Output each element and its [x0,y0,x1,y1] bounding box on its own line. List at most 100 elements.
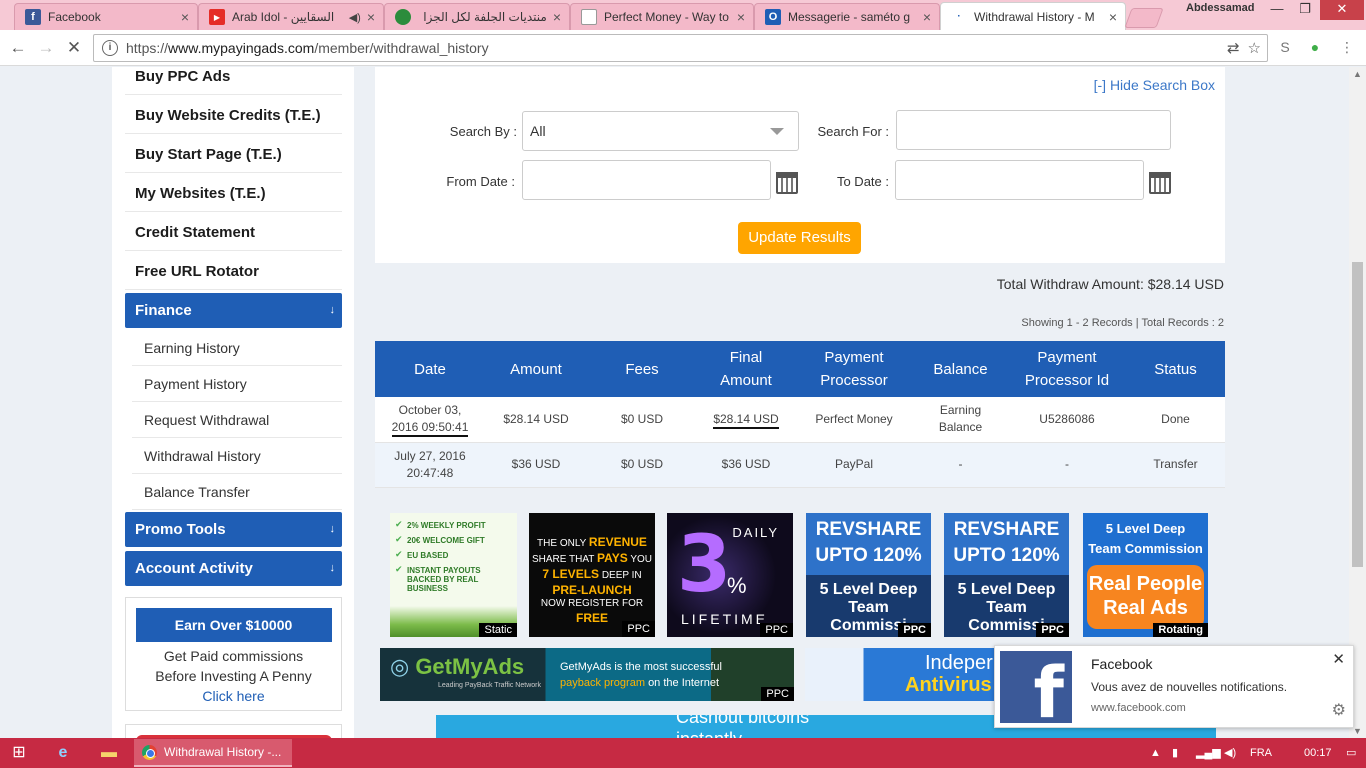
calendar-icon[interactable] [1149,172,1171,194]
sidebar-item-withdrawal-history[interactable]: Withdrawal History [132,438,342,474]
sidebar-item-earning-history[interactable]: Earning History [132,330,342,366]
new-tab-button[interactable] [1124,8,1164,28]
scroll-up-icon[interactable]: ▲ [1353,69,1362,79]
tab-label: Perfect Money - Way to [604,10,729,24]
ad-banner-3-percent-daily[interactable]: 3 % DAILY LIFETIME PPC [667,513,793,637]
speaker-icon[interactable]: ◀) [349,11,361,24]
tray-overflow-icon[interactable]: ▲ [1150,738,1161,768]
processor-id-cell: U5286086 [1008,397,1126,443]
clock[interactable]: 00:17 [1304,738,1332,768]
translate-icon[interactable]: ⇄ [1227,39,1240,57]
scrollbar-thumb[interactable] [1352,262,1363,567]
loading-icon: · [957,11,961,22]
facebook-logo-icon: f [1000,651,1072,723]
ad-headline: REVSHARE UPTO 120% [944,513,1069,575]
ad-banner-weekly-profit[interactable]: 2% WEEKLY PROFIT 20€ WELCOME GIFT EU BAS… [390,513,517,637]
battery-icon[interactable]: ▮ [1172,738,1178,768]
sidebar-category-promo-tools[interactable]: Promo Tools ↓ [125,512,342,547]
sidebar-item-my-websites[interactable]: My Websites (T.E.) [125,177,342,212]
close-icon[interactable]: × [737,9,745,25]
close-icon[interactable]: × [1109,9,1117,25]
click-here-link[interactable]: Click here [126,686,341,706]
facebook-notification[interactable]: f Facebook Vous avez de nouvelles notifi… [994,645,1354,728]
tab-forum[interactable]: منتديات الجلفة لكل الجزا × [384,3,570,30]
update-results-button[interactable]: Update Results [738,222,861,254]
tab-arab-idol[interactable]: ▶ Arab Idol - السقايين ◀) × [198,3,384,30]
close-icon[interactable]: × [367,9,375,25]
maximize-icon[interactable]: ❐ [1290,0,1320,20]
arrow-down-icon: ↓ [329,304,336,316]
processor-cell: PayPal [795,442,913,488]
sidebar-category-finance[interactable]: Finance ↓ [125,293,342,328]
sidebar-item-request-withdrawal[interactable]: Request Withdrawal [132,402,342,438]
menu-icon[interactable]: ⋮ [1338,38,1356,56]
skype-extension-icon[interactable]: S [1276,38,1294,56]
to-date-input[interactable] [895,160,1144,200]
forward-arrow-icon[interactable]: → [34,36,58,60]
getmyads-logo: ◎ GetMyAds [390,654,525,679]
hide-search-box-link[interactable]: [-] Hide Search Box [1094,77,1215,93]
address-bar[interactable]: i https://www.mypayingads.com/member/wit… [93,34,1268,62]
ad-banner-antivirus[interactable]: Indeper Antivirus [805,648,1000,701]
outlook-icon: O [765,9,781,25]
notification-title: Facebook [1091,656,1153,672]
scroll-down-icon[interactable]: ▼ [1353,726,1362,736]
sidebar-item-buy-website-credits[interactable]: Buy Website Credits (T.E.) [125,99,342,134]
info-icon[interactable]: i [102,40,118,56]
sidebar-category-account-activity[interactable]: Account Activity ↓ [125,551,342,586]
next-promo-box [125,724,342,738]
input-language[interactable]: FRA [1250,738,1272,768]
ad-line: 2% WEEKLY PROFIT [390,520,517,536]
close-icon[interactable]: ✕ [1332,650,1345,668]
close-icon[interactable]: × [181,9,189,25]
gear-icon[interactable]: ⚙ [1332,700,1346,720]
window-close-icon[interactable]: ✕ [1320,0,1364,20]
taskbar-window-label: Withdrawal History -... [164,745,282,759]
url-text[interactable]: https://www.mypayingads.com/member/withd… [126,40,489,56]
earn-over-button[interactable]: Earn Over $10000 [135,608,332,642]
profile-name[interactable]: Abdessamad [1186,2,1254,14]
page-scrollbar[interactable]: ▲ ▼ [1349,67,1366,738]
facebook-icon: f [25,9,41,25]
sidebar-item-credit-statement[interactable]: Credit Statement [125,216,342,251]
network-signal-icon[interactable]: ▂▄▆ [1196,738,1221,768]
ad-type-badge: PPC [1036,623,1069,637]
sidebar-item-payment-history[interactable]: Payment History [132,366,342,402]
tab-label: Facebook [48,10,101,24]
tab-perfect-money[interactable]: Perfect Money - Way to × [570,3,754,30]
tab-messagerie[interactable]: O Messagerie - saméto g × [754,3,940,30]
ad-banner-revshare[interactable]: REVSHARE UPTO 120% 5 Level Deep Team Commis… [806,513,931,637]
balance-cell: Earning Balance [913,397,1008,443]
stop-loading-icon[interactable]: ✕ [62,36,86,60]
ad-banner-revenue-share[interactable]: THE ONLY REVENUE SHARE THAT PAYS YOU 7 L… [529,513,655,637]
ad-banner-revshare[interactable]: REVSHARE UPTO 120% 5 Level Deep Team Commis… [944,513,1069,637]
file-explorer-icon[interactable]: ▬ [98,742,120,764]
ad-line: INSTANT PAYOUTSBACKED BY REAL BUSINESS [390,565,517,593]
minimize-icon[interactable]: — [1262,0,1292,20]
taskbar-chrome-window[interactable]: Withdrawal History -... [134,739,292,767]
search-for-input[interactable] [896,110,1171,150]
tab-withdrawal-history[interactable]: · Withdrawal History - M × [940,2,1126,30]
sidebar-item-buy-ppc-ads[interactable]: Buy PPC Ads [125,67,342,95]
search-by-select[interactable]: All [522,111,799,151]
close-icon[interactable]: × [923,9,931,25]
tab-facebook[interactable]: f Facebook × [14,3,198,30]
ad-banner-real-people[interactable]: 5 Level Deep Team Commission Real People R… [1083,513,1208,637]
back-arrow-icon[interactable]: ← [6,36,30,60]
records-count: Showing 1 - 2 Records | Total Records : … [1021,317,1224,329]
withdrawal-history-table: Date Amount Fees Final Amount Payment Pr… [375,341,1225,488]
sidebar-item-balance-transfer[interactable]: Balance Transfer [132,474,342,510]
internet-explorer-icon[interactable]: e [52,742,74,764]
bookmark-star-icon[interactable]: ☆ [1248,39,1261,57]
sidebar-item-free-url-rotator[interactable]: Free URL Rotator [125,255,342,290]
sidebar-item-buy-start-page[interactable]: Buy Start Page (T.E.) [125,138,342,173]
from-date-input[interactable] [522,160,771,200]
tab-strip: f Facebook × ▶ Arab Idol - السقايين ◀) ×… [0,0,1366,30]
ad-line: THE ONLY REVENUE [537,535,647,549]
ad-banner-getmyads[interactable]: ◎ GetMyAds Leading PayBack Traffic Netwo… [380,648,794,701]
windows-start-icon[interactable]: ⊞ [8,742,30,764]
close-icon[interactable]: × [553,9,561,25]
volume-icon[interactable]: ◀) [1224,738,1236,768]
leaf-extension-icon[interactable]: ● [1306,38,1324,56]
action-center-icon[interactable]: ▭ [1346,738,1356,768]
